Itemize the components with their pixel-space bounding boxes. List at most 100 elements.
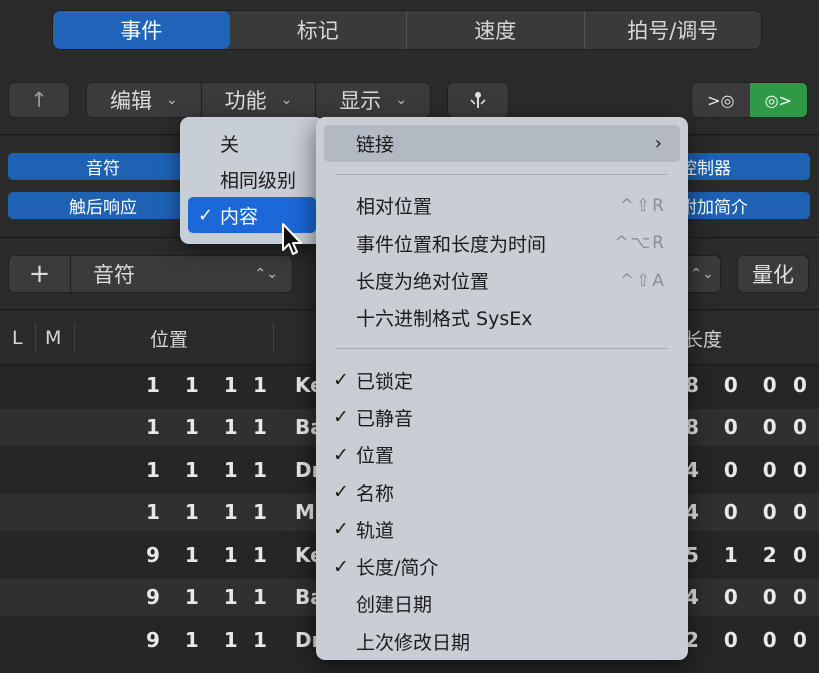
quantize-select[interactable]: ⌃⌄ (683, 255, 721, 293)
cell-length-ticks: 0 (793, 542, 807, 567)
menu-item-label: 轨道 (356, 519, 395, 542)
column-header-lock[interactable]: L (12, 311, 23, 365)
cell-length: 2 0 0 (685, 627, 786, 652)
tab-signature[interactable]: 拍号/调号 (585, 11, 762, 49)
up-hierarchy-button[interactable]: ↑ (8, 82, 70, 118)
menu-item-label: 位置 (356, 445, 395, 468)
menu-item-label: 十六进制格式 SysEx (356, 308, 533, 331)
checkmark-icon: ✓ (198, 204, 214, 226)
column-header-position[interactable]: 位置 (150, 311, 188, 365)
cell-tick: 1 (253, 415, 267, 440)
edit-menu-button[interactable]: 编辑 ⌄ (87, 83, 202, 117)
menu-item-label: 上次修改日期 (356, 631, 471, 654)
view-menu-label: 显示 (339, 89, 382, 113)
quantize-button[interactable]: 量化 (737, 255, 809, 293)
view-menu-button[interactable]: 显示 ⌄ (316, 83, 430, 117)
link-mode-same-level[interactable]: 相同级别 (188, 161, 316, 197)
cell-tick: 1 (253, 457, 267, 482)
updown-chevron-icon: ⌃⌄ (690, 266, 714, 282)
cell-length: 4 0 0 (685, 500, 786, 525)
link-mode-off-label: 关 (220, 133, 240, 156)
midi-in-button[interactable]: >◎ (692, 83, 750, 117)
cell-tick: 1 (253, 542, 267, 567)
event-type-label: 音符 (93, 263, 135, 287)
menu-item-label: 长度为绝对位置 (356, 271, 490, 294)
column-divider (35, 323, 36, 353)
menu-item-format-3[interactable]: 十六进制格式 SysEx (324, 299, 680, 336)
menu-item-column-6[interactable]: 创建日期 (324, 585, 680, 622)
filter-aftertouch-button[interactable]: 触后响应 (8, 192, 198, 219)
menu-item-column-5[interactable]: ✓ 长度/简介 (324, 548, 680, 585)
menu-item-link[interactable]: 链接 › (324, 125, 680, 163)
edit-menu-label: 编辑 (109, 89, 152, 113)
link-mode-content-label: 内容 (220, 205, 259, 228)
arrow-up-icon: ↑ (30, 88, 48, 112)
cell-tick: 1 (253, 585, 267, 610)
cell-length-ticks: 0 (793, 457, 807, 482)
cell-length-ticks: 0 (793, 500, 807, 525)
keyboard-shortcut: ^⌥R (614, 233, 666, 254)
tab-markers[interactable]: 标记 (230, 11, 407, 49)
menu-separator (336, 348, 668, 350)
event-type-select[interactable]: 音符 ⌃⌄ (71, 256, 292, 292)
cell-position: 1 1 1 (146, 500, 247, 525)
checkmark-icon: ✓ (333, 518, 349, 541)
menu-item-link-label: 链接 (356, 134, 395, 157)
menu-item-column-7[interactable]: 上次修改日期 (324, 623, 680, 660)
cell-position: 9 1 1 (146, 627, 247, 652)
menu-item-label: 创建日期 (356, 594, 433, 617)
cell-position: 9 1 1 (146, 585, 247, 610)
checkmark-icon: ✓ (333, 555, 349, 578)
functions-menu-button[interactable]: 功能 ⌄ (201, 83, 317, 117)
chevron-right-icon: › (654, 133, 662, 155)
cell-tick: 1 (253, 627, 267, 652)
filter-note-button[interactable]: 音符 (8, 153, 198, 180)
menu-item-label: 事件位置和长度为时间 (356, 233, 547, 256)
column-header-length[interactable]: 长度 (684, 311, 722, 365)
chevron-down-icon: ⌄ (395, 92, 408, 108)
column-header-mute[interactable]: M (45, 311, 61, 365)
menu-item-label: 已锁定 (356, 370, 414, 393)
menu-item-column-3[interactable]: ✓ 名称 (324, 473, 680, 510)
menu-item-column-1[interactable]: ✓ 已静音 (324, 399, 680, 436)
add-event-button[interactable]: + (9, 256, 71, 292)
checkmark-icon: ✓ (333, 406, 349, 429)
menu-item-column-4[interactable]: ✓ 轨道 (324, 511, 680, 548)
tab-events[interactable]: 事件 (53, 11, 230, 49)
menu-item-label: 长度/简介 (356, 557, 439, 580)
cell-length-ticks: 0 (793, 627, 807, 652)
menu-button-group: 编辑 ⌄ 功能 ⌄ 显示 ⌄ (86, 82, 431, 118)
cell-position: 1 1 1 (146, 372, 247, 397)
cell-position: 1 1 1 (146, 415, 247, 440)
create-event-group: + 音符 ⌃⌄ (8, 255, 293, 293)
tab-tempo[interactable]: 速度 (407, 11, 585, 49)
column-divider (273, 323, 274, 353)
tab-bar: 事件 标记 速度 拍号/调号 (0, 0, 819, 65)
menu-separator (336, 174, 668, 176)
menu-item-format-2[interactable]: 长度为绝对位置 ^⇧A (324, 262, 680, 299)
menu-item-label: 已静音 (356, 407, 414, 430)
cell-position: 9 1 1 (146, 542, 247, 567)
menu-item-format-1[interactable]: 事件位置和长度为时间 ^⌥R (324, 225, 680, 262)
link-mode-same-level-label: 相同级别 (220, 169, 297, 192)
checkmark-icon: ✓ (333, 443, 349, 466)
checkmark-icon: ✓ (333, 481, 349, 504)
midi-out-button[interactable]: ◎> (749, 83, 807, 117)
menu-item-label: 相对位置 (356, 196, 433, 219)
chevron-down-icon: ⌄ (280, 92, 293, 108)
link-mode-off[interactable]: 关 (188, 125, 316, 161)
cell-position: 1 1 1 (146, 457, 247, 482)
catch-button[interactable] (447, 82, 509, 118)
menu-item-label: 名称 (356, 482, 395, 505)
chevron-down-icon: ⌄ (165, 92, 178, 108)
cell-tick: 1 (253, 372, 267, 397)
cell-length: 8 0 0 (685, 415, 786, 440)
menu-item-column-0[interactable]: ✓ 已锁定 (324, 361, 680, 398)
midi-button-group: >◎ ◎> (691, 82, 808, 118)
keyboard-shortcut: ^⇧A (619, 270, 666, 291)
cell-length: 8 0 0 (685, 372, 786, 397)
menu-group-format: 相对位置 ^⇧R 事件位置和长度为时间 ^⌥R 长度为绝对位置 ^⇧A 十六进制格式 Sys… (324, 187, 680, 336)
cell-length-ticks: 0 (793, 415, 807, 440)
menu-item-format-0[interactable]: 相对位置 ^⇧R (324, 187, 680, 224)
menu-item-column-2[interactable]: ✓ 位置 (324, 436, 680, 473)
